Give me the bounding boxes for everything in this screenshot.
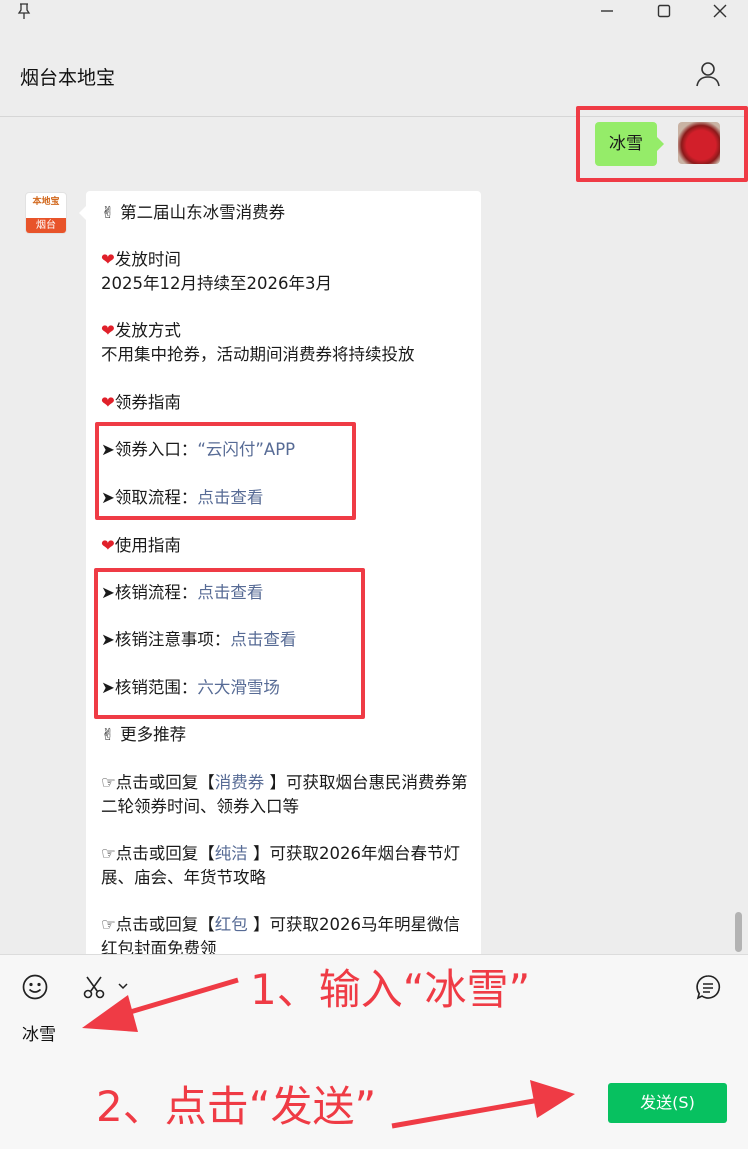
maximize-icon[interactable] [655, 2, 673, 20]
section-title: 发放时间 [114, 250, 181, 269]
recommend-prefix: ☞点击或回复【 [101, 844, 215, 863]
message-title-line: ✌ 第二届山东冰雪消费券 [101, 201, 471, 225]
chat-header: 烟台本地宝 [0, 22, 748, 117]
chevron-down-icon[interactable] [116, 979, 130, 993]
chat-title: 烟台本地宝 [20, 67, 116, 89]
message-input[interactable]: 冰雪 [22, 1020, 56, 1045]
recommend-link-coupon[interactable]: 消费券 [215, 773, 265, 792]
highlight-box [94, 568, 365, 719]
pin-icon[interactable] [17, 3, 31, 19]
section-time-heading: ❤发放时间 [101, 248, 471, 272]
recommend-link-festival[interactable]: 纯洁 [215, 844, 248, 863]
recommend-prefix: ☞点击或回复【 [101, 773, 215, 792]
emoji-icon[interactable] [21, 973, 49, 1001]
annotation-step1: 1、输入“冰雪” [250, 965, 531, 1014]
scissors-icon[interactable] [81, 973, 109, 1001]
send-button[interactable]: 发送(S) [608, 1083, 727, 1123]
heart-icon: ❤ [101, 250, 115, 269]
chat-history-icon[interactable] [694, 973, 722, 1001]
section-title: 领券指南 [114, 393, 181, 412]
heart-icon: ❤ [101, 321, 115, 340]
bot-avatar-logo: 本地宝 [32, 197, 60, 207]
section-time-body: 2025年12月持续至2026年3月 [101, 274, 332, 293]
recommend-link-redpacket[interactable]: 红包 [215, 915, 248, 934]
section-claim-heading: ❤领券指南 [101, 391, 471, 415]
highlight-box [95, 422, 356, 520]
bot-avatar-city: 烟台 [26, 218, 66, 233]
victory-hand-icon: ✌ [101, 203, 115, 222]
section-title: 使用指南 [114, 536, 181, 555]
section-title: 发放方式 [114, 321, 181, 340]
close-icon[interactable] [711, 2, 729, 20]
bot-avatar[interactable]: 本地宝 烟台 [25, 192, 67, 234]
recommend-prefix: ☞点击或回复【 [101, 915, 215, 934]
recommend-item: ☞点击或回复【红包 】可获取2026马年明星微信红包封面免费领 [101, 913, 471, 954]
profile-icon[interactable] [694, 60, 722, 88]
section-method-heading: ❤发放方式 [101, 319, 471, 343]
more-heading: ✌ 更多推荐 [101, 723, 471, 747]
message-list[interactable]: 冰雪 本地宝 烟台 ✌ 第二届山东冰雪消费券 ❤发放时间 2025年12月持续至… [0, 118, 748, 954]
more-title: 更多推荐 [120, 725, 187, 744]
heart-icon: ❤ [101, 536, 115, 555]
section-usage-heading: ❤使用指南 [101, 534, 471, 558]
minimize-icon[interactable] [598, 2, 616, 20]
title-bar [0, 0, 748, 22]
recommend-item: ☞点击或回复【消费券 】可获取烟台惠民消费券第二轮领券时间、领券入口等 [101, 771, 471, 819]
section-method-body: 不用集中抢券，活动期间消费券将持续投放 [101, 345, 415, 364]
recommend-item: ☞点击或回复【纯洁 】可获取2026年烟台春节灯展、庙会、年货节攻略 [101, 842, 471, 890]
message-title: 第二届山东冰雪消费券 [120, 203, 286, 222]
annotation-step2: 2、点击“发送” [96, 1082, 377, 1131]
heart-icon: ❤ [101, 393, 115, 412]
scrollbar-thumb[interactable] [735, 912, 742, 952]
highlight-box [576, 106, 748, 182]
victory-hand-icon: ✌ [101, 725, 115, 744]
